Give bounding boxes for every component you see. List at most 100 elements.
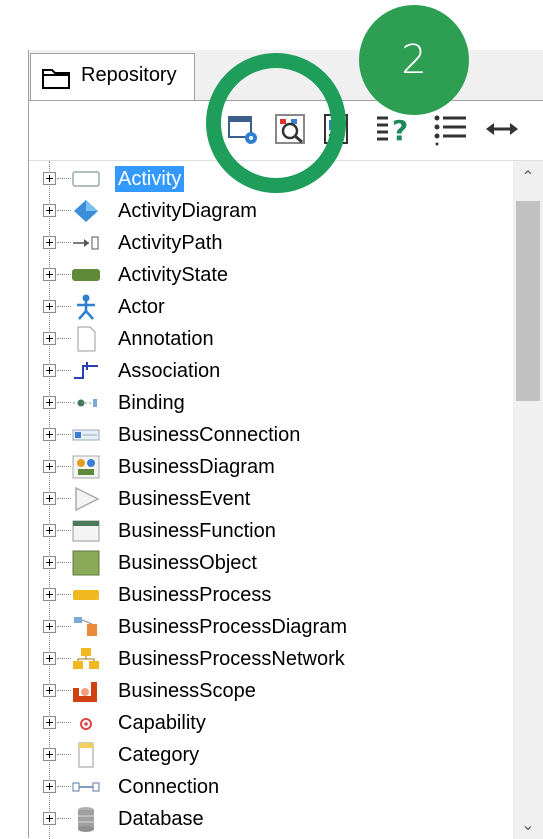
tree-item-label: Association [118,360,221,382]
tree-connector [57,434,71,435]
business-connection-icon [71,422,101,448]
tree-item-label: ActivityPath [118,232,223,254]
tree-item[interactable]: BusinessEvent [29,483,509,515]
tree-item-label: Binding [118,392,185,414]
expand-toggle-icon[interactable] [43,748,56,761]
expand-toggle-icon[interactable] [43,716,56,729]
tree-connector [57,562,71,563]
expand-toggle-icon[interactable] [43,556,56,569]
database-icon [71,806,101,832]
business-process-diagram-icon [71,614,101,640]
tree-connector [57,530,71,531]
step-number-badge: 2 [359,5,469,115]
connection-icon [71,774,101,800]
tree-connector [57,626,71,627]
tree-item-label: BusinessFunction [118,520,276,542]
tree-item[interactable]: ActivityPath [29,227,509,259]
tree-item[interactable]: BusinessScope [29,675,509,707]
business-process-network-icon [71,646,101,672]
expand-toggle-icon[interactable] [43,172,56,185]
tree-item[interactable]: BusinessDiagram [29,451,509,483]
tree-item[interactable]: ActivityState [29,259,509,291]
repository-tree[interactable]: Activity ActivityDiagram ActivityPath Activ… [29,160,543,839]
expand-toggle-icon[interactable] [43,652,56,665]
tree-connector [57,658,71,659]
expand-toggle-icon[interactable] [43,236,56,249]
scroll-down-icon[interactable]: ⌄ [521,818,535,834]
expand-toggle-icon[interactable] [43,364,56,377]
tree-item[interactable]: Binding [29,387,509,419]
expand-toggle-icon[interactable] [43,300,56,313]
expand-toggle-icon[interactable] [43,428,56,441]
highlight-circle [206,53,346,193]
expand-horizontal-icon[interactable] [484,112,518,146]
actor-icon [71,294,101,320]
tree-connector [57,786,71,787]
tree-connector [57,754,71,755]
expand-toggle-icon[interactable] [43,396,56,409]
tree-item-label: BusinessProcessNetwork [118,648,345,670]
tree-item[interactable]: BusinessFunction [29,515,509,547]
tree-item[interactable]: BusinessObject [29,547,509,579]
tree-item[interactable]: Database [29,803,509,835]
tree-item-label: BusinessEvent [118,488,251,510]
business-function-icon [71,518,101,544]
expand-toggle-icon[interactable] [43,812,56,825]
tree-item[interactable]: ActivityDiagram [29,195,509,227]
svg-text:?: ? [392,114,408,146]
tree-item-label: Annotation [118,328,214,350]
tree-item[interactable]: Category [29,739,509,771]
tab-label: Repository [81,64,177,86]
expand-toggle-icon[interactable] [43,332,56,345]
binding-icon [71,390,101,416]
expand-toggle-icon[interactable] [43,684,56,697]
business-diagram-icon [71,454,101,480]
tree-item[interactable]: Association [29,355,509,387]
tree-item-label: BusinessDiagram [118,456,275,478]
expand-toggle-icon[interactable] [43,492,56,505]
tree-connector [57,338,71,339]
business-object-icon [71,550,101,576]
tree-connector [57,498,71,499]
tree-item[interactable]: Capability [29,707,509,739]
vertical-scrollbar[interactable]: ⌃ ⌄ [513,161,543,839]
tree-connector [57,402,71,403]
list-icon[interactable] [432,112,466,146]
association-icon [71,358,101,384]
tree-connector [57,242,71,243]
tree-item-label: Database [118,808,204,830]
category-icon [71,742,101,768]
help-list-icon[interactable]: ? [374,112,408,147]
business-event-icon [71,486,101,512]
expand-toggle-icon[interactable] [43,588,56,601]
scrollbar-thumb[interactable] [516,201,540,401]
activity-state-icon [71,262,101,288]
tree-item[interactable]: Actor [29,291,509,323]
tree-item[interactable]: BusinessProcessNetwork [29,643,509,675]
tree-item-label: BusinessProcess [118,584,272,606]
expand-toggle-icon[interactable] [43,780,56,793]
tree-item-label: Activity [115,166,185,192]
expand-toggle-icon[interactable] [43,204,56,217]
tree-connector [57,722,71,723]
tab-repository[interactable]: Repository [30,53,195,100]
tree-item[interactable]: BusinessConnection [29,419,509,451]
activity-icon [71,166,101,192]
scroll-up-icon[interactable]: ⌃ [521,170,535,186]
expand-toggle-icon[interactable] [43,620,56,633]
tree-connector [57,466,71,467]
tree-connector [57,690,71,691]
folder-icon [41,66,71,95]
expand-toggle-icon[interactable] [43,460,56,473]
tree-item-label: Capability [118,712,206,734]
annotation-icon [71,326,101,352]
tree-item[interactable]: BusinessProcess [29,579,509,611]
expand-toggle-icon[interactable] [43,524,56,537]
tree-item[interactable]: Connection [29,771,509,803]
tree-item-label: BusinessObject [118,552,257,574]
expand-toggle-icon[interactable] [43,268,56,281]
tree-item-label: BusinessProcessDiagram [118,616,347,638]
tree-item[interactable]: Annotation [29,323,509,355]
tree-connector [57,818,71,819]
tree-item[interactable]: BusinessProcessDiagram [29,611,509,643]
